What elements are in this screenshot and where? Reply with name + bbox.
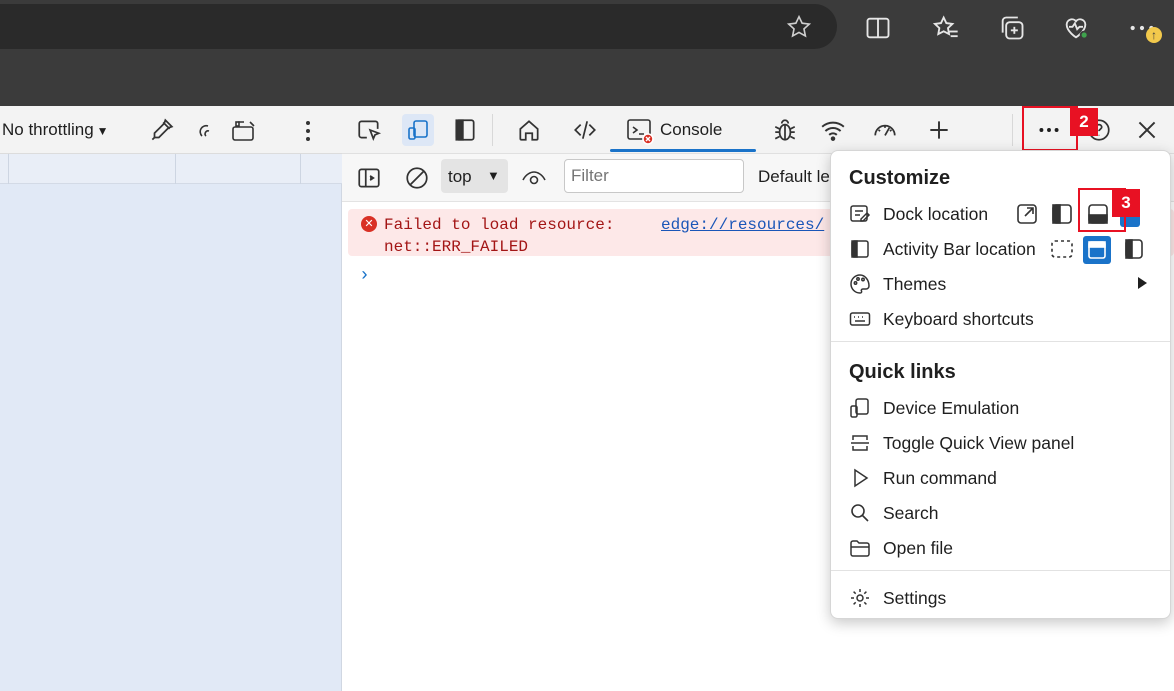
dock-sidebar-icon[interactable] <box>452 117 478 143</box>
filter-input[interactable] <box>564 159 744 193</box>
customize-heading: Customize <box>849 167 951 189</box>
add-tool-icon[interactable] <box>926 117 952 143</box>
sources-debug-icon[interactable] <box>772 117 798 143</box>
run-command-label: Run command <box>883 468 997 488</box>
device-emulation-icon <box>850 398 869 418</box>
open-file-label: Open file <box>883 538 954 558</box>
activity-bar-top-dashed-icon[interactable] <box>1049 236 1075 262</box>
settings-label: Settings <box>883 588 947 608</box>
chevron-down-icon: ▼ <box>487 168 500 183</box>
folder-icon <box>850 540 870 557</box>
throttling-select[interactable]: No throttling ▼ <box>2 120 109 140</box>
eyedropper-icon[interactable] <box>148 118 174 144</box>
menu-item-keyboard-shortcuts[interactable]: Keyboard shortcuts <box>831 302 1170 335</box>
live-expression-eye-icon[interactable] <box>520 165 548 191</box>
step-3-badge: 3 <box>1112 189 1140 217</box>
activity-bar-top-option[interactable] <box>1083 236 1111 264</box>
ruler-bar <box>0 154 342 184</box>
favorites-icon[interactable] <box>932 14 960 42</box>
menu-item-settings[interactable]: Settings <box>831 581 1170 614</box>
throttling-label: No throttling <box>2 120 94 139</box>
favorite-star-icon[interactable] <box>786 14 812 40</box>
console-prompt[interactable]: › <box>359 266 370 286</box>
active-tab-indicator <box>610 149 756 152</box>
browser-toolbar: ↑ <box>0 0 1174 106</box>
undock-window-icon[interactable] <box>1014 201 1040 227</box>
device-emulation-label: Device Emulation <box>883 398 1020 418</box>
page-viewport: No throttling ▼ <box>0 106 342 691</box>
error-source-link[interactable]: edge://resources/ <box>661 214 824 236</box>
sensor-icon[interactable] <box>196 120 216 142</box>
menu-item-open-file[interactable]: Open file <box>831 531 1170 564</box>
themes-label: Themes <box>883 274 947 294</box>
tab-console[interactable]: Console <box>610 106 756 154</box>
step-2-badge: 2 <box>1070 108 1098 136</box>
keyboard-shortcuts-label: Keyboard shortcuts <box>883 309 1034 329</box>
submenu-arrow-icon <box>1138 277 1147 289</box>
console-icon <box>627 119 654 145</box>
toggle-quick-view-label: Toggle Quick View panel <box>883 433 1075 453</box>
close-devtools-icon[interactable] <box>1134 117 1160 143</box>
elements-tab-icon[interactable] <box>572 117 598 143</box>
dock-location-icon <box>850 205 871 222</box>
device-emulation-toggle[interactable] <box>402 114 434 146</box>
menu-item-toggle-quick-view[interactable]: Toggle Quick View panel <box>831 426 1170 459</box>
themes-palette-icon <box>850 274 870 294</box>
quick-links-heading: Quick links <box>849 361 956 383</box>
device-toolbar: No throttling ▼ <box>0 106 342 154</box>
gear-icon <box>851 589 869 607</box>
collections-icon[interactable] <box>998 14 1026 42</box>
run-command-icon <box>854 468 869 488</box>
clear-console-icon[interactable] <box>404 165 430 191</box>
search-label: Search <box>883 503 939 523</box>
menu-item-themes[interactable]: Themes <box>831 267 1170 300</box>
activity-bar-side-icon[interactable] <box>1121 236 1147 262</box>
menu-divider <box>831 341 1170 342</box>
keyboard-icon <box>849 312 871 326</box>
context-value: top <box>448 167 472 186</box>
error-icon: ✕ <box>361 216 377 232</box>
activity-bar-top-icon <box>1088 241 1106 259</box>
menu-divider <box>831 570 1170 571</box>
quick-view-icon <box>851 435 869 451</box>
address-bar[interactable] <box>0 4 837 49</box>
sidebar-toggle-icon[interactable] <box>356 165 382 191</box>
activity-bar-location-label: Activity Bar location <box>883 239 1036 259</box>
dock-location-label: Dock location <box>883 204 989 224</box>
menu-item-run-command[interactable]: Run command <box>831 461 1170 494</box>
browser-essentials-icon[interactable] <box>1062 14 1090 42</box>
tab-console-label: Console <box>660 120 723 139</box>
dock-left-icon[interactable] <box>1049 201 1075 227</box>
inspect-element-icon[interactable] <box>356 117 382 143</box>
search-icon <box>851 504 869 522</box>
chevron-down-icon: ▼ <box>96 124 109 138</box>
context-select[interactable]: top ▼ <box>441 159 508 193</box>
update-badge: ↑ <box>1146 27 1162 43</box>
rotate-icon[interactable] <box>230 119 260 143</box>
welcome-home-icon[interactable] <box>516 117 542 143</box>
device-options-icon[interactable] <box>298 118 318 144</box>
network-wifi-icon[interactable] <box>820 117 846 143</box>
split-screen-icon[interactable] <box>864 14 892 42</box>
activity-bar-icon <box>851 240 869 258</box>
menu-item-search[interactable]: Search <box>831 496 1170 529</box>
error-text: Failed to load resource: net::ERR_FAILED <box>384 216 615 256</box>
menu-item-device-emulation[interactable]: Device Emulation <box>831 391 1170 424</box>
device-emulation-icon <box>408 120 428 140</box>
performance-gauge-icon[interactable] <box>872 117 898 143</box>
menu-item-activity-bar-location: Activity Bar location <box>831 232 1170 265</box>
